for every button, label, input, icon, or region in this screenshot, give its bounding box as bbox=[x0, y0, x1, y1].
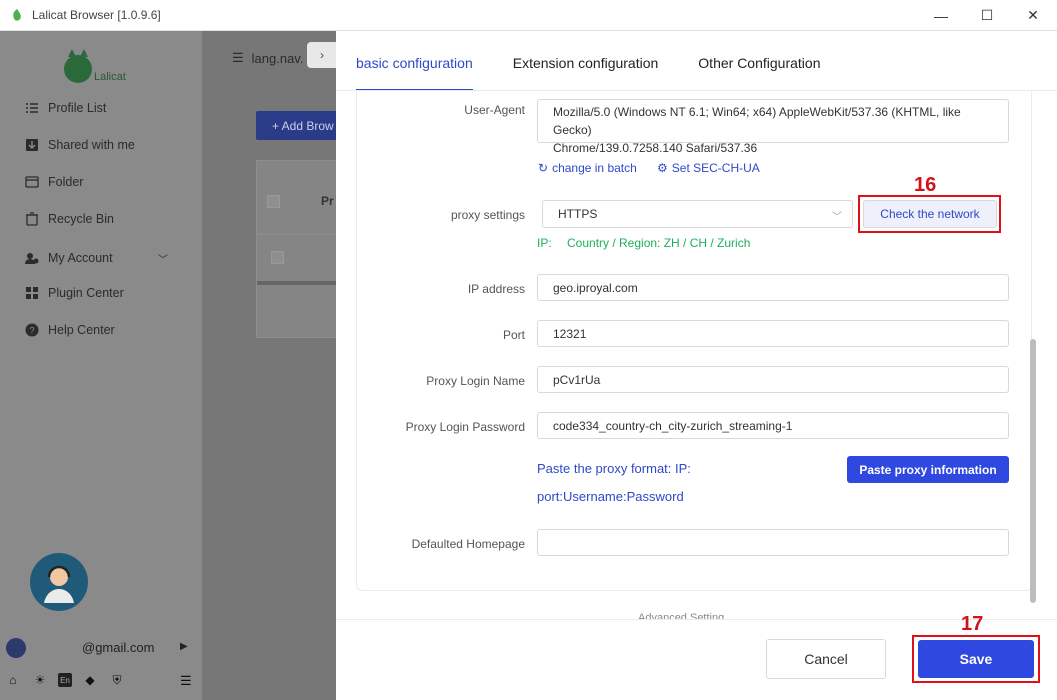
list-icon: ☰ bbox=[232, 50, 244, 65]
sidebar-item-recycle-bin[interactable]: Recycle Bin bbox=[24, 209, 114, 229]
proxy-login-password-label: Proxy Login Password bbox=[405, 420, 525, 434]
drawer-toggle-button[interactable]: › bbox=[307, 42, 337, 68]
sidebar-item-profile-list[interactable]: Profile List bbox=[24, 98, 106, 118]
account-email: @gmail.com bbox=[82, 640, 155, 655]
svg-text:?: ? bbox=[30, 326, 35, 336]
highlight-box-step-16 bbox=[858, 195, 1001, 233]
list-icon bbox=[26, 103, 38, 113]
proxy-login-name-label: Proxy Login Name bbox=[426, 374, 525, 388]
language-button[interactable]: En bbox=[58, 673, 72, 687]
ip-address-label: IP address bbox=[467, 282, 525, 296]
minimize-button[interactable]: — bbox=[918, 0, 964, 31]
edit-profile-drawer: basic configuration Extension configurat… bbox=[336, 31, 1057, 700]
download-icon bbox=[26, 139, 38, 151]
homepage-label: Defaulted Homepage bbox=[411, 537, 525, 551]
sidebar: Lalicat Profile List Shared with me Fold… bbox=[0, 31, 202, 700]
refresh-icon: ↻ bbox=[538, 161, 549, 175]
sidebar-item-label: Shared with me bbox=[48, 138, 135, 152]
lalicat-logo-icon bbox=[13, 9, 21, 21]
config-tabs: basic configuration Extension configurat… bbox=[356, 55, 820, 91]
user-agent-line-2: Chrome/139.0.7258.140 Safari/537.36 bbox=[553, 141, 758, 155]
sidebar-item-folder[interactable]: Folder bbox=[24, 172, 83, 192]
step-label-16: 16 bbox=[914, 174, 937, 196]
tab-basic-configuration[interactable]: basic configuration bbox=[356, 55, 473, 91]
paste-format-hint-line-1: Paste the proxy format: IP: bbox=[537, 461, 691, 476]
background-tab-label: lang.nav. bbox=[251, 50, 304, 66]
title-bar: Lalicat Browser [1.0.9.6] — ☐ ✕ bbox=[0, 0, 1057, 31]
sidebar-item-my-account[interactable]: My Account ﹀ bbox=[24, 248, 168, 268]
account-icon bbox=[25, 253, 39, 264]
change-in-batch-link[interactable]: ↻ change in batch bbox=[538, 161, 637, 175]
user-agent-line-1: Mozilla/5.0 (Windows NT 6.1; Win64; x64)… bbox=[553, 105, 961, 137]
ip-address-input[interactable]: geo.iproyal.com bbox=[537, 274, 1009, 301]
ip-address-value: geo.iproyal.com bbox=[553, 280, 638, 295]
port-input[interactable]: 12321 bbox=[537, 320, 1009, 347]
shield-icon[interactable]: ⛨ bbox=[108, 671, 126, 689]
paste-format-hint-line-2: port:Username:Password bbox=[537, 489, 684, 504]
port-value: 12321 bbox=[553, 326, 587, 341]
home-icon[interactable]: ⌂ bbox=[4, 671, 22, 689]
sidebar-item-label: Plugin Center bbox=[48, 286, 124, 300]
sidebar-item-plugin-center[interactable]: Plugin Center bbox=[24, 283, 124, 303]
tab-extension-configuration[interactable]: Extension configuration bbox=[513, 55, 659, 91]
sidebar-item-label: Help Center bbox=[48, 323, 115, 337]
ip-location-info: Country / Region: ZH / CH / Zurich bbox=[567, 236, 751, 250]
user-agent-textarea[interactable]: Mozilla/5.0 (Windows NT 6.1; Win64; x64)… bbox=[537, 99, 1009, 155]
paste-format-hint: Paste the proxy format: IP: port:Usernam… bbox=[537, 455, 691, 511]
chevron-right-icon: › bbox=[320, 48, 324, 62]
collapse-menu-icon[interactable]: ☰ bbox=[180, 673, 192, 689]
sidebar-bottom-toolbar: ⌂ ☀ En ◆ ⛨ bbox=[4, 671, 126, 689]
cat-logo-icon: Lalicat bbox=[64, 49, 126, 83]
proxy-login-name-input[interactable]: pCv1rUa bbox=[537, 366, 1009, 393]
divider bbox=[336, 619, 1057, 620]
set-sec-ch-ua-label: Set SEC-CH-UA bbox=[671, 161, 760, 175]
plugin-icon bbox=[26, 287, 38, 299]
cancel-button[interactable]: Cancel bbox=[766, 639, 886, 679]
close-window-button[interactable]: ✕ bbox=[1010, 0, 1056, 31]
folder-icon bbox=[25, 176, 39, 188]
row-checkbox[interactable] bbox=[271, 251, 284, 264]
port-label: Port bbox=[502, 328, 525, 342]
help-icon: ? bbox=[25, 323, 39, 337]
sidebar-item-label: Folder bbox=[48, 175, 84, 189]
sidebar-item-label: Profile List bbox=[48, 101, 107, 115]
chevron-down-icon: ﹀ bbox=[832, 212, 842, 223]
proxy-type-value: HTTPS bbox=[558, 207, 598, 221]
set-sec-ch-ua-link[interactable]: ⚙ Set SEC-CH-UA bbox=[657, 161, 760, 175]
proxy-type-select[interactable]: HTTPS ﹀ bbox=[542, 200, 853, 228]
support-avatar[interactable] bbox=[30, 553, 88, 611]
background-tab: ☰ lang.nav. bbox=[232, 50, 303, 66]
paste-proxy-button[interactable]: Paste proxy information bbox=[847, 456, 1009, 483]
table-header-cell: Pr bbox=[321, 194, 334, 208]
user-icon bbox=[6, 638, 26, 658]
sidebar-item-help-center[interactable]: ? Help Center bbox=[24, 320, 115, 340]
chevron-down-icon: ﹀ bbox=[158, 254, 168, 266]
proxy-login-password-input[interactable]: code334_country-ch_city-zurich_streaming… bbox=[537, 412, 1009, 439]
change-in-batch-label: change in batch bbox=[552, 161, 637, 175]
drawer-scrollbar-thumb[interactable] bbox=[1030, 339, 1036, 603]
select-all-checkbox[interactable] bbox=[267, 195, 280, 208]
sidebar-item-shared[interactable]: Shared with me bbox=[24, 135, 135, 155]
homepage-input[interactable] bbox=[537, 529, 1009, 556]
caret-right-icon[interactable]: ▶ bbox=[180, 641, 188, 652]
brand-logo: Lalicat bbox=[60, 43, 140, 87]
tag-icon[interactable]: ◆ bbox=[81, 671, 99, 689]
highlight-box-step-17 bbox=[912, 635, 1040, 683]
proxy-login-password-value: code334_country-ch_city-zurich_streaming… bbox=[553, 418, 793, 433]
sun-icon[interactable]: ☀ bbox=[31, 671, 49, 689]
proxy-settings-label: proxy settings bbox=[450, 208, 525, 222]
tab-other-configuration[interactable]: Other Configuration bbox=[698, 55, 820, 91]
step-label-17: 17 bbox=[961, 613, 984, 635]
sidebar-item-label: My Account bbox=[48, 251, 113, 265]
brand-name: Lalicat bbox=[94, 71, 126, 83]
ip-prefix: IP: bbox=[537, 236, 552, 250]
gear-icon: ⚙ bbox=[657, 161, 668, 175]
window-title: Lalicat Browser [1.0.9.6] bbox=[32, 8, 161, 22]
headset-icon bbox=[44, 565, 74, 603]
proxy-login-name-value: pCv1rUa bbox=[553, 372, 601, 387]
trash-icon bbox=[26, 212, 38, 226]
maximize-button[interactable]: ☐ bbox=[964, 0, 1010, 31]
sidebar-item-label: Recycle Bin bbox=[48, 212, 114, 226]
user-agent-label: User-Agent bbox=[464, 103, 525, 117]
